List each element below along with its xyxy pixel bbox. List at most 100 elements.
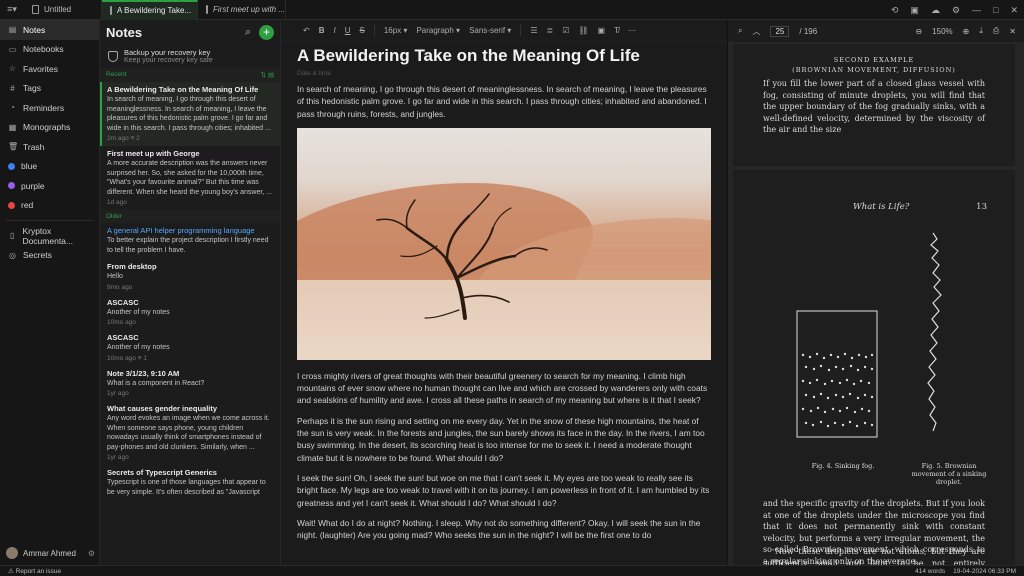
page-title[interactable]: A Bewildering Take on the Meaning Of Lif… bbox=[281, 42, 727, 66]
search-icon[interactable]: ⌕ bbox=[738, 26, 742, 36]
nav-item-notes[interactable]: ▤ Notes bbox=[0, 20, 99, 40]
underline-icon[interactable]: U bbox=[345, 26, 351, 35]
tab-bewildering-take[interactable]: A Bewildering Take... ✕ bbox=[102, 0, 198, 20]
paragraph[interactable]: I seek the sun! Oh, I seek the sun! but … bbox=[281, 472, 727, 509]
undo-icon[interactable]: ↶ bbox=[303, 26, 310, 35]
paragraph[interactable]: In search of meaning, I go through this … bbox=[281, 83, 727, 120]
close-window-icon[interactable]: ✕ bbox=[1010, 5, 1018, 16]
more-icon[interactable]: ⋯ bbox=[628, 26, 636, 35]
menu-icon[interactable]: ≡▾ bbox=[0, 4, 24, 15]
maximize-icon[interactable]: □ bbox=[993, 5, 998, 15]
tab-first-meet-up[interactable]: First meet up with ... bbox=[198, 0, 286, 20]
blue-dot-icon bbox=[8, 162, 15, 170]
list-item[interactable]: From desktop Hello 9mo ago bbox=[100, 259, 280, 295]
nav-item-monographs[interactable]: ▦ Monographs bbox=[0, 118, 99, 138]
strikethrough-icon[interactable]: S bbox=[360, 26, 365, 35]
paragraph[interactable]: Wait! What do I do at night? Nothing. I … bbox=[281, 517, 727, 542]
zoom-level[interactable]: 150% bbox=[932, 27, 952, 36]
nav-item-secrets[interactable]: ◎ Secrets bbox=[0, 246, 99, 266]
settings-icon[interactable]: ⚙ bbox=[952, 5, 960, 16]
list-item[interactable]: A Bewildering Take on the Meaning Of Lif… bbox=[100, 82, 280, 146]
dead-tree-icon bbox=[376, 193, 548, 320]
block-type-select[interactable]: Paragraph ▾ bbox=[416, 26, 460, 35]
nav-item-kryptox[interactable]: ▯ Kryptox Documenta... bbox=[0, 226, 99, 246]
nav-item-trash[interactable]: 🗑 Trash bbox=[0, 137, 99, 157]
clear-format-icon[interactable]: T̸ bbox=[614, 26, 619, 35]
note-meta: 1yr ago bbox=[107, 454, 129, 461]
divider bbox=[520, 25, 522, 36]
nav-item-tags[interactable]: # Tags bbox=[0, 79, 99, 99]
note-editor: ↶ B I U S 16px ▾ Paragraph ▾ Sans-serif … bbox=[281, 20, 727, 565]
note-title: ASCASC bbox=[107, 297, 139, 307]
nav-item-favorites[interactable]: ☆ Favorites bbox=[0, 59, 99, 79]
sort-icon[interactable]: ⇅ ▤ bbox=[261, 71, 274, 79]
list-item[interactable]: ASCASC Another of my notes 10mo ago ≡ 1 bbox=[100, 330, 280, 366]
close-icon[interactable]: ✕ bbox=[1009, 27, 1016, 36]
list-item[interactable]: Secrets of Typescript Generics Typescrip… bbox=[100, 465, 280, 501]
note-preview: Any word evokes an image when we come ac… bbox=[107, 415, 270, 451]
document-date: Date & time bbox=[297, 70, 331, 77]
nav-label: Reminders bbox=[23, 102, 65, 113]
cloud-icon[interactable]: ☁ bbox=[931, 5, 940, 16]
tab-bar: ≡▾ Untitled A Bewildering Take... ✕ Firs… bbox=[0, 0, 1024, 20]
paragraph[interactable]: I cross mighty rivers of great thoughts … bbox=[281, 370, 727, 407]
nav-item-notebooks[interactable]: ▭ Notebooks bbox=[0, 40, 99, 60]
paragraph[interactable]: Perhaps it is the sun rising and setting… bbox=[281, 415, 727, 464]
font-size-select[interactable]: 16px ▾ bbox=[384, 26, 408, 35]
divider bbox=[373, 25, 375, 36]
sync-icon[interactable]: ⟲ bbox=[891, 5, 899, 16]
minimize-icon[interactable]: — bbox=[972, 5, 981, 15]
nav-label: blue bbox=[21, 161, 38, 172]
globe-icon: ◎ bbox=[9, 250, 16, 260]
avatar bbox=[6, 547, 18, 559]
italic-icon[interactable]: I bbox=[333, 26, 335, 35]
list-item[interactable]: Note 3/1/23, 9:10 AM What is a component… bbox=[100, 366, 280, 402]
figure-caption: Fig. 5. Brownian movement of a sinking d… bbox=[911, 462, 987, 486]
previous-page-icon[interactable]: ︿ bbox=[752, 26, 760, 37]
backup-reminder[interactable]: Backup your recovery key Keep your recov… bbox=[100, 44, 280, 68]
font-family-select[interactable]: Sans-serif ▾ bbox=[469, 26, 511, 35]
add-note-button[interactable]: + bbox=[259, 24, 274, 40]
red-dot-icon bbox=[8, 201, 15, 209]
page-number-input[interactable]: 25 bbox=[770, 25, 790, 37]
search-icon[interactable]: ⌕ bbox=[245, 26, 251, 39]
note-title: A general API helper programming languag… bbox=[107, 226, 255, 235]
section-title: SECOND EXAMPLE bbox=[833, 56, 915, 64]
gear-icon[interactable]: ⚙ bbox=[88, 549, 95, 558]
layout-icon[interactable]: ▣ bbox=[910, 5, 919, 16]
note-meta: 1yr ago bbox=[107, 390, 129, 397]
purple-dot-icon bbox=[8, 182, 15, 190]
note-title: Note 3/1/23, 9:10 AM bbox=[107, 368, 180, 378]
word-count: 414 words bbox=[915, 567, 946, 575]
nav-item-color-purple[interactable]: purple bbox=[0, 176, 99, 196]
nav-item-color-red[interactable]: red bbox=[0, 196, 99, 216]
formatting-toolbar: ↶ B I U S 16px ▾ Paragraph ▾ Sans-serif … bbox=[281, 20, 727, 42]
group-label-older: Older bbox=[100, 210, 280, 223]
page-text: Now these droplets are not atoms, but th… bbox=[763, 547, 985, 565]
checklist-icon[interactable]: ☑ bbox=[562, 26, 569, 35]
download-icon[interactable]: ⤓ bbox=[979, 26, 983, 36]
image-icon[interactable]: ▣ bbox=[598, 26, 606, 35]
list-item[interactable]: What causes gender inequality Any word e… bbox=[100, 401, 280, 465]
link-icon[interactable]: ⛓ bbox=[578, 26, 588, 35]
nav-label: Kryptox Documenta... bbox=[22, 225, 73, 246]
list-item[interactable]: First meet up with George A more accurat… bbox=[100, 146, 280, 210]
bullet-list-icon[interactable]: ☰ bbox=[530, 26, 537, 35]
note-title: Secrets of Typescript Generics bbox=[107, 468, 217, 477]
bold-icon[interactable]: B bbox=[319, 26, 325, 35]
pdf-page: SECOND EXAMPLE (BROWNIAN MOVEMENT, DIFFU… bbox=[733, 44, 1015, 166]
monograph-icon: ▦ bbox=[8, 122, 17, 132]
tab-untitled[interactable]: Untitled bbox=[24, 0, 102, 20]
nav-label: Notebooks bbox=[23, 44, 64, 55]
user-profile[interactable]: Ammar Ahmed ⚙ bbox=[6, 547, 95, 559]
list-item[interactable]: ASCASC Another of my notes 10mo ago bbox=[100, 295, 280, 331]
list-item[interactable]: A general API helper programming languag… bbox=[100, 223, 280, 259]
nav-item-reminders[interactable]: ◔ Reminders bbox=[0, 98, 99, 118]
report-issue-link[interactable]: ⚠ Report an issue bbox=[8, 567, 61, 575]
nav-item-color-blue[interactable]: blue bbox=[0, 157, 99, 177]
print-icon[interactable]: ⎙ bbox=[993, 26, 999, 36]
zoom-out-icon[interactable]: ⊖ bbox=[915, 27, 922, 36]
desert-tree-image[interactable] bbox=[297, 127, 711, 360]
numbered-list-icon[interactable]: ≣ bbox=[547, 26, 554, 35]
zoom-in-icon[interactable]: ⊕ bbox=[963, 27, 970, 36]
